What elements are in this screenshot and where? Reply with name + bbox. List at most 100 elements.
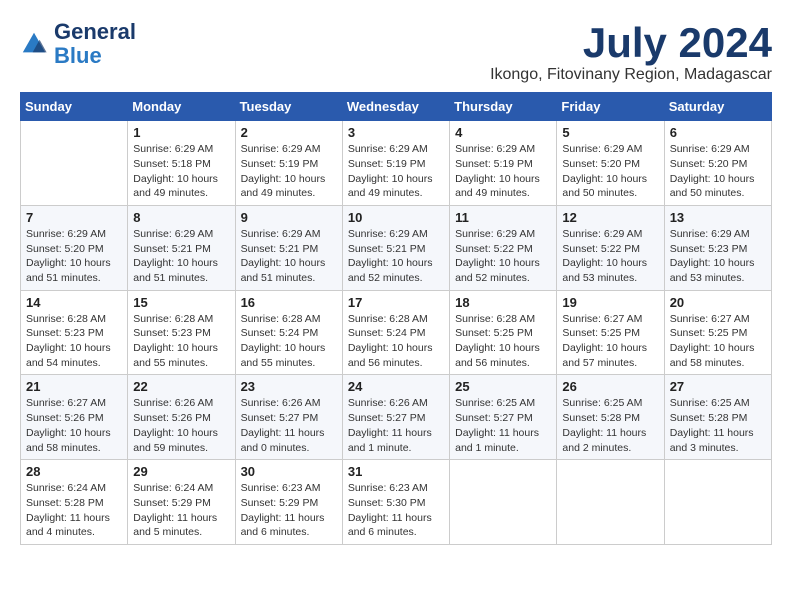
weekday-header-wednesday: Wednesday	[342, 93, 449, 121]
calendar-cell: 5Sunrise: 6:29 AMSunset: 5:20 PMDaylight…	[557, 121, 664, 206]
calendar-cell: 20 Sunrise: 6:27 AMSunset: 5:25 PMDayligh…	[664, 290, 771, 375]
calendar-table: SundayMondayTuesdayWednesdayThursdayFrid…	[20, 92, 772, 545]
calendar-cell: 23 Sunrise: 6:26 AMSunset: 5:27 PMDayligh…	[235, 375, 342, 460]
day-number: 9	[241, 210, 337, 225]
calendar-cell: 11Sunrise: 6:29 AMSunset: 5:22 PMDayligh…	[450, 205, 557, 290]
day-number: 18	[455, 295, 551, 310]
day-info: Sunrise: 6:29 AMSunset: 5:19 PMDaylight:…	[348, 142, 444, 201]
day-number: 16	[241, 295, 337, 310]
week-row-5: 28 Sunrise: 6:24 AMSunset: 5:28 PMDayligh…	[21, 460, 772, 545]
location-subtitle: Ikongo, Fitovinany Region, Madagascar	[490, 66, 772, 84]
calendar-cell	[450, 460, 557, 545]
weekday-header-row: SundayMondayTuesdayWednesdayThursdayFrid…	[21, 93, 772, 121]
calendar-cell: 12 Sunrise: 6:29 AMSunset: 5:22 PMDayligh…	[557, 205, 664, 290]
calendar-cell: 2 Sunrise: 6:29 AMSunset: 5:19 PMDaylight…	[235, 121, 342, 206]
calendar-cell: 4 Sunrise: 6:29 AMSunset: 5:19 PMDaylight…	[450, 121, 557, 206]
calendar-cell: 10 Sunrise: 6:29 AMSunset: 5:21 PMDayligh…	[342, 205, 449, 290]
day-info: Sunrise: 6:25 AMSunset: 5:28 PMDaylight:…	[562, 396, 658, 455]
day-info: Sunrise: 6:25 AMSunset: 5:28 PMDaylight:…	[670, 396, 766, 455]
weekday-header-saturday: Saturday	[664, 93, 771, 121]
day-number: 31	[348, 464, 444, 479]
day-info: Sunrise: 6:29 AMSunset: 5:21 PMDaylight:…	[133, 227, 229, 286]
day-number: 22	[133, 379, 229, 394]
weekday-header-tuesday: Tuesday	[235, 93, 342, 121]
day-info: Sunrise: 6:24 AMSunset: 5:29 PMDaylight:…	[133, 481, 229, 540]
logo-blue: Blue	[54, 44, 136, 68]
day-number: 13	[670, 210, 766, 225]
calendar-cell: 15Sunrise: 6:28 AMSunset: 5:23 PMDayligh…	[128, 290, 235, 375]
day-number: 17	[348, 295, 444, 310]
day-number: 21	[26, 379, 122, 394]
day-info: Sunrise: 6:28 AMSunset: 5:24 PMDaylight:…	[348, 312, 444, 371]
day-number: 20	[670, 295, 766, 310]
day-info: Sunrise: 6:29 AMSunset: 5:20 PMDaylight:…	[26, 227, 122, 286]
day-number: 5	[562, 125, 658, 140]
day-number: 12	[562, 210, 658, 225]
calendar-cell: 3Sunrise: 6:29 AMSunset: 5:19 PMDaylight…	[342, 121, 449, 206]
weekday-header-sunday: Sunday	[21, 93, 128, 121]
day-number: 24	[348, 379, 444, 394]
calendar-cell: 30 Sunrise: 6:23 AMSunset: 5:29 PMDayligh…	[235, 460, 342, 545]
day-number: 14	[26, 295, 122, 310]
day-info: Sunrise: 6:25 AMSunset: 5:27 PMDaylight:…	[455, 396, 551, 455]
calendar-cell: 31 Sunrise: 6:23 AMSunset: 5:30 PMDayligh…	[342, 460, 449, 545]
day-info: Sunrise: 6:28 AMSunset: 5:25 PMDaylight:…	[455, 312, 551, 371]
calendar-cell: 26 Sunrise: 6:25 AMSunset: 5:28 PMDayligh…	[557, 375, 664, 460]
day-info: Sunrise: 6:28 AMSunset: 5:23 PMDaylight:…	[26, 312, 122, 371]
calendar-body: 1 Sunrise: 6:29 AMSunset: 5:18 PMDaylight…	[21, 121, 772, 545]
day-info: Sunrise: 6:29 AMSunset: 5:21 PMDaylight:…	[348, 227, 444, 286]
calendar-cell	[21, 121, 128, 206]
day-number: 23	[241, 379, 337, 394]
calendar-cell: 1 Sunrise: 6:29 AMSunset: 5:18 PMDaylight…	[128, 121, 235, 206]
day-number: 11	[455, 210, 551, 225]
week-row-2: 7 Sunrise: 6:29 AMSunset: 5:20 PMDaylight…	[21, 205, 772, 290]
day-info: Sunrise: 6:27 AMSunset: 5:25 PMDaylight:…	[670, 312, 766, 371]
day-info: Sunrise: 6:28 AMSunset: 5:23 PMDaylight:…	[133, 312, 229, 371]
month-year-title: July 2024	[490, 20, 772, 66]
day-info: Sunrise: 6:29 AMSunset: 5:23 PMDaylight:…	[670, 227, 766, 286]
day-info: Sunrise: 6:28 AMSunset: 5:24 PMDaylight:…	[241, 312, 337, 371]
day-info: Sunrise: 6:29 AMSunset: 5:19 PMDaylight:…	[241, 142, 337, 201]
calendar-cell: 21Sunrise: 6:27 AMSunset: 5:26 PMDayligh…	[21, 375, 128, 460]
calendar-cell: 16 Sunrise: 6:28 AMSunset: 5:24 PMDayligh…	[235, 290, 342, 375]
day-number: 7	[26, 210, 122, 225]
weekday-header-monday: Monday	[128, 93, 235, 121]
day-info: Sunrise: 6:29 AMSunset: 5:19 PMDaylight:…	[455, 142, 551, 201]
day-info: Sunrise: 6:26 AMSunset: 5:26 PMDaylight:…	[133, 396, 229, 455]
day-number: 27	[670, 379, 766, 394]
calendar-cell: 25Sunrise: 6:25 AMSunset: 5:27 PMDayligh…	[450, 375, 557, 460]
day-number: 29	[133, 464, 229, 479]
calendar-cell: 22 Sunrise: 6:26 AMSunset: 5:26 PMDayligh…	[128, 375, 235, 460]
calendar-cell: 24Sunrise: 6:26 AMSunset: 5:27 PMDayligh…	[342, 375, 449, 460]
day-number: 28	[26, 464, 122, 479]
day-number: 6	[670, 125, 766, 140]
week-row-3: 14 Sunrise: 6:28 AMSunset: 5:23 PMDayligh…	[21, 290, 772, 375]
calendar-cell	[664, 460, 771, 545]
day-info: Sunrise: 6:27 AMSunset: 5:25 PMDaylight:…	[562, 312, 658, 371]
day-number: 19	[562, 295, 658, 310]
day-info: Sunrise: 6:29 AMSunset: 5:18 PMDaylight:…	[133, 142, 229, 201]
day-info: Sunrise: 6:29 AMSunset: 5:20 PMDaylight:…	[670, 142, 766, 201]
calendar-cell: 17 Sunrise: 6:28 AMSunset: 5:24 PMDayligh…	[342, 290, 449, 375]
day-info: Sunrise: 6:23 AMSunset: 5:29 PMDaylight:…	[241, 481, 337, 540]
calendar-cell	[557, 460, 664, 545]
day-info: Sunrise: 6:23 AMSunset: 5:30 PMDaylight:…	[348, 481, 444, 540]
header: General Blue July 2024 Ikongo, Fitovinan…	[20, 20, 772, 84]
day-number: 1	[133, 125, 229, 140]
day-info: Sunrise: 6:29 AMSunset: 5:21 PMDaylight:…	[241, 227, 337, 286]
day-number: 26	[562, 379, 658, 394]
day-info: Sunrise: 6:24 AMSunset: 5:28 PMDaylight:…	[26, 481, 122, 540]
calendar-cell: 19 Sunrise: 6:27 AMSunset: 5:25 PMDayligh…	[557, 290, 664, 375]
week-row-1: 1 Sunrise: 6:29 AMSunset: 5:18 PMDaylight…	[21, 121, 772, 206]
day-number: 4	[455, 125, 551, 140]
weekday-header-thursday: Thursday	[450, 93, 557, 121]
calendar-cell: 8 Sunrise: 6:29 AMSunset: 5:21 PMDaylight…	[128, 205, 235, 290]
day-number: 10	[348, 210, 444, 225]
day-number: 8	[133, 210, 229, 225]
day-number: 30	[241, 464, 337, 479]
day-number: 2	[241, 125, 337, 140]
day-info: Sunrise: 6:26 AMSunset: 5:27 PMDaylight:…	[241, 396, 337, 455]
day-info: Sunrise: 6:29 AMSunset: 5:22 PMDaylight:…	[562, 227, 658, 286]
weekday-header-friday: Friday	[557, 93, 664, 121]
calendar-cell: 28 Sunrise: 6:24 AMSunset: 5:28 PMDayligh…	[21, 460, 128, 545]
